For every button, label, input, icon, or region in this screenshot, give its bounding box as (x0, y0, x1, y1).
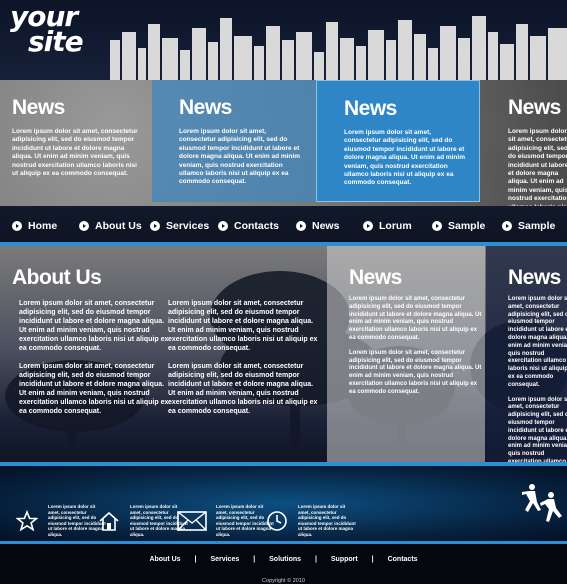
footer-navigation: About Us | Services | Solutions | Suppor… (0, 541, 567, 584)
footer-features: Lorem ipsum dolor sit amet, consectetur … (0, 466, 567, 541)
nav-label: About Us (95, 220, 142, 232)
home-icon (96, 509, 122, 533)
footer-separator: | (371, 556, 374, 563)
site-logo[interactable]: your site (10, 3, 84, 56)
play-bullet-icon (12, 221, 22, 231)
nav-item-lorum[interactable]: Lorum (363, 218, 412, 234)
footer-link-services[interactable]: Services (210, 556, 239, 563)
play-bullet-icon (150, 221, 160, 231)
nav-label: News (312, 220, 340, 232)
footer-link-support[interactable]: Support (331, 556, 358, 563)
footer-links: About Us | Services | Solutions | Suppor… (0, 556, 567, 563)
about-column-2: Lorem ipsum dolor sit amet, consectetur … (168, 299, 318, 416)
news-title: News (12, 96, 65, 119)
news-title: News (179, 96, 232, 119)
paragraph: Lorem ipsum dolor sit amet, consectetur … (168, 363, 318, 415)
play-bullet-icon (296, 221, 306, 231)
footer-link-contacts[interactable]: Contacts (388, 556, 418, 563)
star-icon (14, 509, 40, 533)
paragraph: Lorem ipsum dolor sit amet, consectetur … (19, 363, 169, 415)
nav-item-home[interactable]: Home (12, 218, 57, 234)
main-navigation: Home About Us Services Contacts News Lor… (0, 206, 567, 246)
nav-label: Services (166, 220, 210, 232)
hero-news-panel-active[interactable]: News Lorem ipsum dolor sit amet, consect… (316, 80, 480, 202)
header: your site (0, 0, 567, 80)
about-us-title: About Us (12, 266, 102, 289)
play-bullet-icon (79, 221, 89, 231)
footer-separator: | (194, 556, 197, 563)
footer-link-solutions[interactable]: Solutions (269, 556, 301, 563)
paragraph: Lorem ipsum dolor sit amet, consectetur … (168, 300, 318, 352)
nav-label: Lorum (379, 220, 412, 232)
footer-feature[interactable]: Lorem ipsum dolor sit amet, consectetur … (14, 504, 108, 538)
footer-separator: | (314, 556, 317, 563)
footer-separator: | (253, 556, 256, 563)
copyright-text: Copyright © 2010 (262, 578, 305, 584)
nav-label: Contacts (234, 220, 279, 232)
main-content: About Us Lorem ipsum dolor sit amet, con… (0, 246, 567, 466)
hero-news-panel[interactable]: News Lorem ipsum dolor sit amet, consect… (152, 80, 316, 202)
mail-icon (176, 509, 208, 533)
footer-feature[interactable]: Lorem ipsum dolor sit amet, consectetur … (264, 504, 358, 538)
news-text: Lorem ipsum dolor sit amet, consectetur … (179, 128, 300, 186)
hero-news-panel[interactable]: News Lorem ipsum dolor sit amet, consect… (496, 80, 567, 206)
news-title: News (508, 266, 561, 289)
play-bullet-icon (432, 221, 442, 231)
news-title: News (508, 96, 561, 119)
jumping-people-icon (522, 484, 562, 522)
nav-label: Sample (518, 220, 556, 232)
nav-item-services[interactable]: Services (150, 218, 209, 234)
news-text: Lorem ipsum dolor sit amet, consectetur … (344, 129, 465, 187)
paragraph: Lorem ipsum dolor sit amet, consectetur … (19, 300, 169, 352)
about-column-1: Lorem ipsum dolor sit amet, consectetur … (19, 299, 169, 416)
news-title: News (349, 266, 402, 289)
paragraph: Lorem ipsum dolor sit amet, consectetur … (508, 296, 567, 388)
paragraph: Lorem ipsum dolor sit amet, consectetur … (349, 296, 482, 341)
play-bullet-icon (218, 221, 228, 231)
nav-label: Sample (448, 220, 486, 232)
paragraph: Lorem ipsum dolor sit amet, consectetur … (508, 396, 567, 465)
footer-link-about-us[interactable]: About Us (149, 556, 180, 563)
hero-news-section: News Lorem ipsum dolor sit amet, consect… (0, 80, 567, 206)
hero-news-panel[interactable]: News Lorem ipsum dolor sit amet, consect… (0, 80, 152, 202)
nav-item-sample[interactable]: Sample (432, 218, 485, 234)
nav-item-contacts[interactable]: Contacts (218, 218, 279, 234)
nav-label: Home (28, 220, 58, 232)
play-bullet-icon (363, 221, 373, 231)
nav-item-sample-2[interactable]: Sample (502, 218, 555, 234)
footer-feature[interactable]: Lorem ipsum dolor sit amet, consectetur … (176, 504, 276, 538)
main-news-panel[interactable]: News Lorem ipsum dolor sit amet, consect… (327, 246, 485, 462)
nav-item-news[interactable]: News (296, 218, 339, 234)
news-title: News (344, 97, 397, 120)
feature-text: Lorem ipsum dolor sit amet, consectetur … (298, 504, 356, 537)
clock-icon (264, 509, 290, 533)
news-text: Lorem ipsum dolor sit amet, consectetur … (12, 128, 138, 178)
city-skyline-image (110, 16, 567, 80)
play-bullet-icon (502, 221, 512, 231)
news-text: Lorem ipsum dolor sit amet, consectetur … (508, 128, 567, 206)
main-news-panel-2[interactable]: News Lorem ipsum dolor sit amet, consect… (486, 246, 567, 465)
paragraph: Lorem ipsum dolor sit amet, consectetur … (349, 349, 482, 395)
nav-item-about-us[interactable]: About Us (79, 218, 142, 234)
